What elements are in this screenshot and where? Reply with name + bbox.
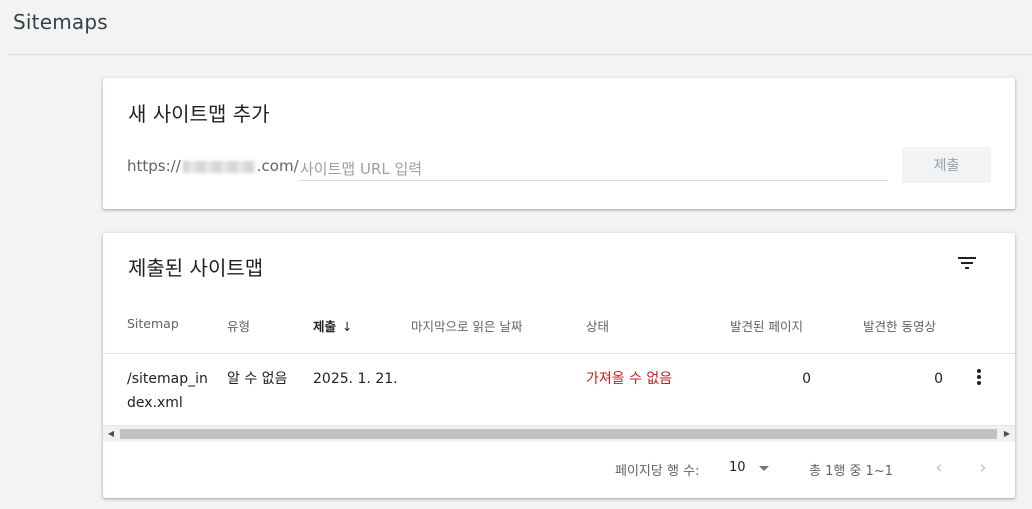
submitted-sitemaps-card: 제출된 사이트맵 Sitemap 유형 제출 ↓ 마지막으로 읽은 날짜 상태 발… [103, 233, 1015, 498]
url-prefix-end: .com/ [256, 157, 299, 175]
column-header-type[interactable]: 유형 [227, 316, 250, 335]
rows-per-page-label: 페이지당 행 수: [615, 464, 700, 479]
cell-type: 알 수 없음 [227, 371, 288, 387]
pagination-range: 총 1행 중 1~1 [809, 464, 893, 479]
page-title: Sitemaps [13, 10, 108, 34]
rows-per-page-select[interactable]: 10 [729, 460, 746, 475]
submit-button[interactable]: 제출 [902, 147, 991, 183]
header-row-divider [103, 353, 1015, 354]
cell-videos: 0 [934, 371, 943, 387]
scroll-left-icon[interactable]: ◀ [103, 426, 119, 442]
next-page-icon[interactable]: › [973, 459, 993, 479]
sitemap-url-input[interactable] [300, 158, 888, 181]
more-vert-icon[interactable] [969, 365, 989, 389]
sort-arrow-down-icon: ↓ [342, 319, 353, 334]
column-header-sitemap[interactable]: Sitemap [127, 316, 179, 331]
column-header-videos[interactable]: 발견한 동영상 [863, 316, 936, 335]
column-header-last-read[interactable]: 마지막으로 읽은 날짜 [411, 316, 522, 335]
submitted-sitemaps-title: 제출된 사이트맵 [128, 256, 264, 280]
filter-icon[interactable] [955, 251, 979, 275]
column-header-submitted-label: 제출 [313, 319, 337, 334]
url-prefix: https:// .com/ [127, 157, 299, 175]
header-divider [8, 54, 1032, 55]
cell-pages: 0 [802, 371, 811, 387]
column-header-submitted[interactable]: 제출 ↓ [313, 316, 353, 335]
cell-status: 가져올 수 없음 [586, 371, 673, 387]
add-sitemap-card: 새 사이트맵 추가 https:// .com/ 제출 [103, 78, 1015, 209]
horizontal-scrollbar[interactable]: ◀ ▶ [103, 425, 1015, 442]
dropdown-caret-icon[interactable] [759, 466, 769, 471]
url-prefix-start: https:// [127, 157, 181, 175]
previous-page-icon[interactable]: ‹ [929, 459, 949, 479]
cell-sitemap[interactable]: /sitemap_index.xml [127, 367, 215, 415]
scroll-right-icon[interactable]: ▶ [999, 426, 1015, 442]
add-sitemap-title: 새 사이트맵 추가 [128, 102, 270, 126]
column-header-status[interactable]: 상태 [586, 316, 609, 335]
redacted-domain [182, 160, 255, 173]
scrollbar-thumb[interactable] [120, 429, 997, 439]
cell-submitted: 2025. 1. 21. [313, 371, 398, 387]
column-header-pages[interactable]: 발견된 페이지 [730, 316, 803, 335]
